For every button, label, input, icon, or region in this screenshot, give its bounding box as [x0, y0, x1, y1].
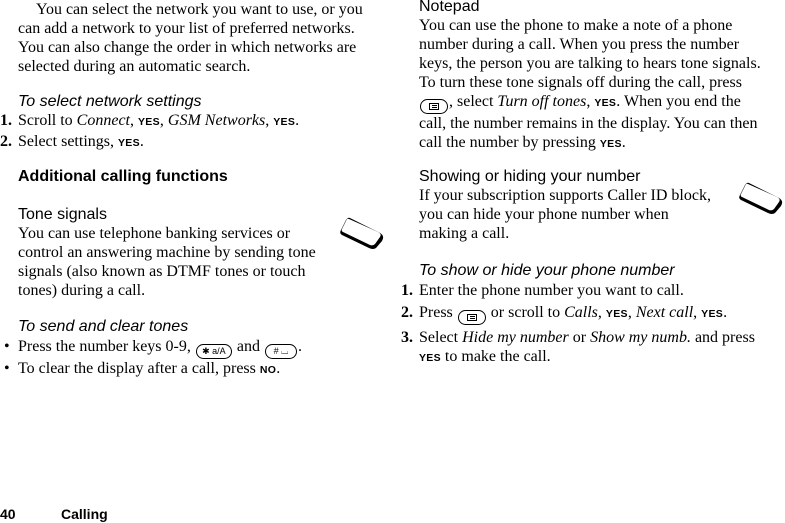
step-2: 2. Press or scroll to Calls, YES, Next c…: [401, 303, 785, 325]
step-number: 3.: [401, 329, 413, 346]
text: or scroll to: [486, 304, 565, 321]
tone-signals-body: You can use telephone banking services o…: [18, 225, 316, 299]
text: Scroll to: [18, 112, 77, 129]
select-network-steps: 1. Scroll to Connect, YES, GSM Networks,…: [0, 111, 380, 153]
bullet-item: • Press the number keys 0-9, ✱ a/A and #…: [0, 337, 380, 359]
notepad-heading: Notepad: [419, 0, 480, 15]
text: Press: [419, 304, 457, 321]
phone-display-icon: [739, 182, 783, 214]
step-3: 3. Select Hide my number or Show my numb…: [401, 328, 785, 368]
showing-hiding-body: If your subscription supports Caller ID …: [419, 186, 711, 243]
text-line: keys, the person you are talking to hear…: [419, 55, 761, 72]
yes-key-label: YES: [599, 138, 622, 150]
intro-text: You can select the network you want to u…: [18, 1, 363, 75]
page-number: 40: [0, 506, 16, 522]
step-text: Select Hide my number or Show my numb. a…: [419, 328, 755, 368]
yes-key-label: YES: [701, 308, 724, 320]
no-key-label: NO: [259, 364, 277, 376]
text-line: You can use the phone to make a note of …: [419, 17, 733, 34]
chapter-title: Calling: [61, 506, 108, 522]
text: Select: [419, 329, 463, 346]
text-line: call, the number remains in the display.…: [419, 115, 758, 132]
select-network-heading: To select network settings: [18, 93, 202, 110]
text: and: [232, 338, 264, 355]
text-line: number during a call. When you press the…: [419, 36, 740, 53]
text: ,: [627, 304, 636, 321]
bullet-text: Press the number keys 0-9, ✱ a/A and # ⌴…: [18, 337, 302, 359]
step-1: 1. Scroll to Connect, YES, GSM Networks,…: [0, 111, 380, 132]
tone-signals-heading: Tone signals: [18, 206, 107, 223]
text: ,: [693, 304, 702, 321]
text-line: If your subscription supports Caller ID …: [419, 187, 711, 204]
step-text: Press or scroll to Calls, YES, Next call…: [419, 303, 727, 325]
menu-connect: Connect: [76, 112, 130, 129]
text: and press: [690, 329, 755, 346]
phone-display-icon: [340, 217, 384, 249]
yes-key-label: YES: [419, 352, 441, 364]
text: ,: [130, 112, 138, 129]
menu-turn-off-tones: Turn off tones: [497, 93, 587, 110]
show-hide-steps-heading: To show or hide your phone number: [419, 262, 675, 279]
yes-key-label: YES: [138, 116, 160, 128]
menu-hide-my-number: Hide my number: [462, 329, 569, 346]
page-footer: 40 Calling: [0, 506, 108, 522]
step-number: 2.: [0, 133, 12, 150]
bullet-text: To clear the display after a call, press…: [18, 359, 280, 380]
text: or: [568, 329, 591, 346]
menu-calls: Calls: [564, 304, 598, 321]
step-number: 1.: [401, 282, 413, 299]
text-line: , select Turn off tones, YES. When you e…: [419, 92, 785, 114]
showing-hiding-heading: Showing or hiding your number: [419, 168, 641, 185]
yes-key-label: YES: [605, 308, 628, 320]
send-clear-heading: To send and clear tones: [18, 318, 189, 335]
text-line: To turn these tone signals off during th…: [419, 74, 742, 91]
step-text: Scroll to Connect, YES, GSM Networks, YE…: [18, 111, 299, 132]
hash-key-icon: # ⌴: [264, 344, 297, 359]
bullet: •: [4, 338, 10, 355]
text: .: [139, 133, 144, 150]
text: .: [297, 338, 302, 355]
text: .: [276, 360, 281, 377]
notepad-body: You can use the phone to make a note of …: [419, 16, 785, 154]
yes-key-label: YES: [117, 137, 140, 149]
text: . When you end the: [616, 93, 741, 110]
text: call the number by pressing: [419, 134, 600, 151]
text: .: [723, 304, 728, 321]
step-text: Enter the phone number you want to call.: [419, 282, 684, 299]
text: Press the number keys 0-9,: [18, 338, 195, 355]
step-text: Select settings, YES.: [18, 132, 144, 153]
text-line: making a call.: [419, 225, 510, 242]
text: .: [295, 112, 300, 129]
step-1: 1. Enter the phone number you want to ca…: [401, 281, 785, 300]
text-line: call the number by pressing YES.: [419, 133, 785, 154]
step-2: 2. Select settings, YES.: [0, 132, 380, 153]
intro-paragraph: You can select the network you want to u…: [18, 0, 380, 76]
star-key-icon: ✱ a/A: [195, 344, 232, 359]
text: .: [621, 134, 626, 151]
step-number: 2.: [401, 304, 413, 321]
text: Select settings,: [18, 133, 118, 150]
show-hide-steps: 1. Enter the phone number you want to ca…: [401, 281, 785, 368]
yes-key-label: YES: [273, 116, 296, 128]
text: To clear the display after a call, press: [18, 360, 260, 377]
menu-key-icon: [457, 310, 486, 325]
text: ,: [597, 304, 606, 321]
text: , select: [449, 93, 498, 110]
bullet-item: • To clear the display after a call, pre…: [0, 359, 380, 380]
menu-next-call: Next call: [635, 304, 694, 321]
bullet: •: [4, 360, 10, 377]
text-line: you can hide your phone number when: [419, 206, 669, 223]
text: to make the call.: [440, 348, 551, 365]
send-clear-list: • Press the number keys 0-9, ✱ a/A and #…: [0, 337, 380, 380]
section-title: Additional calling functions: [18, 168, 228, 185]
text: ,: [159, 112, 168, 129]
menu-key-icon: [420, 99, 448, 114]
step-number: 1.: [0, 112, 12, 129]
menu-gsm-networks: GSM Networks: [167, 112, 266, 129]
menu-show-my-numb: Show my numb.: [590, 329, 691, 346]
yes-key-label: YES: [594, 97, 617, 109]
